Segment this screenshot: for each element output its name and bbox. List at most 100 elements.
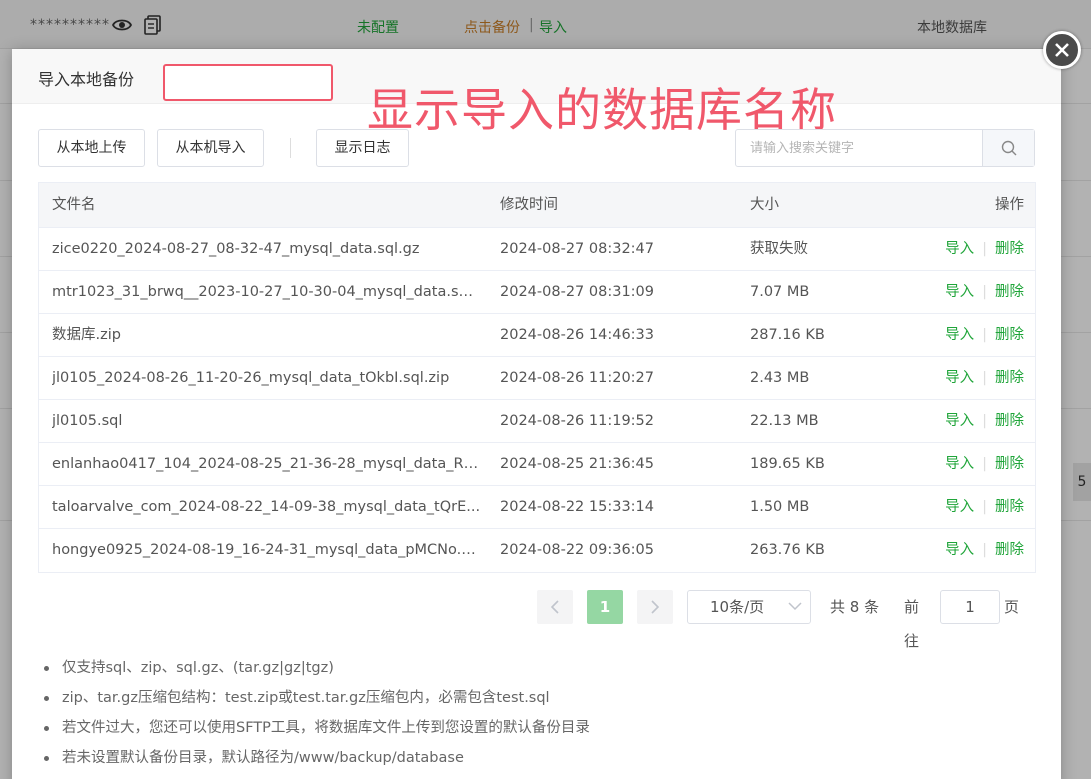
import-backup-modal: 导入本地备份 显示导入的数据库名称 从本地上传 从本机导入 显示日志 文件名 修… [12, 49, 1061, 779]
search-icon [1001, 140, 1016, 156]
table-row: jl0105_2024-08-26_11-20-26_mysql_data_tO… [39, 357, 1035, 400]
header-filename: 文件名 [52, 197, 96, 213]
row-import-link[interactable]: 导入 [945, 499, 974, 515]
file-size: 2.43 MB [750, 370, 810, 386]
page-size-value: 10条/页 [710, 598, 765, 616]
action-separator: | [982, 413, 987, 429]
search-box [735, 129, 1035, 167]
total-count: 共 8 条 [830, 598, 880, 616]
row-delete-link[interactable]: 删除 [995, 542, 1024, 558]
chevron-left-icon [550, 600, 559, 614]
action-separator: | [982, 284, 987, 300]
close-modal-button[interactable] [1043, 31, 1081, 69]
next-page-button[interactable] [637, 590, 673, 624]
file-name: mtr1023_31_brwq__2023-10-27_10-30-04_mys… [52, 284, 482, 300]
goto-page-input[interactable] [940, 590, 1000, 624]
table-header: 文件名 修改时间 大小 操作 [39, 183, 1035, 228]
row-delete-link[interactable]: 删除 [995, 456, 1024, 472]
import-from-server-button[interactable]: 从本机导入 [157, 129, 264, 167]
file-name: jl0105_2024-08-26_11-20-26_mysql_data_tO… [52, 370, 450, 386]
action-separator: | [982, 456, 987, 472]
table-row: zice0220_2024-08-27_08-32-47_mysql_data.… [39, 228, 1035, 271]
row-import-link[interactable]: 导入 [945, 284, 974, 300]
row-actions: 导入 | 删除 [945, 357, 1024, 400]
action-separator: | [982, 499, 987, 515]
row-delete-link[interactable]: 删除 [995, 284, 1024, 300]
file-time: 2024-08-26 14:46:33 [500, 327, 654, 343]
tip-item: 仅支持sql、zip、sql.gz、(tar.gz|gz|tgz) [44, 653, 590, 683]
file-name: taloarvalve_com_2024-08-22_14-09-38_mysq… [52, 499, 481, 515]
action-separator: | [982, 327, 987, 343]
tip-item: 若文件过大，您还可以使用SFTP工具，将数据库文件上传到您设置的默认备份目录 [44, 713, 590, 743]
file-size: 7.07 MB [750, 284, 810, 300]
row-actions: 导入 | 删除 [945, 529, 1024, 572]
toolbar-divider [290, 138, 291, 158]
file-name: jl0105.sql [52, 413, 123, 429]
row-actions: 导入 | 删除 [945, 486, 1024, 529]
goto-label: 前往 [904, 598, 920, 650]
row-delete-link[interactable]: 删除 [995, 413, 1024, 429]
backup-file-table: 文件名 修改时间 大小 操作 zice0220_2024-08-27_08-32… [38, 182, 1036, 573]
file-size: 获取失败 [750, 241, 808, 257]
row-actions: 导入 | 删除 [945, 314, 1024, 357]
row-import-link[interactable]: 导入 [945, 327, 974, 343]
row-actions: 导入 | 删除 [945, 271, 1024, 314]
table-row: jl0105.sql 2024-08-26 11:19:52 22.13 MB … [39, 400, 1035, 443]
database-name-highlight-box [163, 64, 333, 101]
file-name: zice0220_2024-08-27_08-32-47_mysql_data.… [52, 241, 420, 257]
table-row: taloarvalve_com_2024-08-22_14-09-38_mysq… [39, 486, 1035, 529]
action-separator: | [982, 370, 987, 386]
file-time: 2024-08-26 11:20:27 [500, 370, 654, 386]
tip-item: 若未设置默认备份目录，默认路径为/www/backup/database [44, 743, 590, 773]
upload-local-button[interactable]: 从本地上传 [38, 129, 145, 167]
prev-page-button[interactable] [537, 590, 573, 624]
row-import-link[interactable]: 导入 [945, 456, 974, 472]
file-time: 2024-08-27 08:31:09 [500, 284, 654, 300]
row-delete-link[interactable]: 删除 [995, 370, 1024, 386]
modal-title: 导入本地备份 [38, 70, 135, 89]
action-separator: | [982, 542, 987, 558]
page-size-select[interactable]: 10条/页 [687, 590, 811, 624]
file-size: 287.16 KB [750, 327, 825, 343]
search-button[interactable] [982, 130, 1034, 166]
file-time: 2024-08-27 08:32:47 [500, 241, 654, 257]
action-separator: | [982, 241, 987, 257]
row-delete-link[interactable]: 删除 [995, 499, 1024, 515]
file-name: 数据库.zip [52, 327, 121, 343]
file-name: enlanhao0417_104_2024-08-25_21-36-28_mys… [52, 456, 482, 472]
row-import-link[interactable]: 导入 [945, 413, 974, 429]
row-delete-link[interactable]: 删除 [995, 327, 1024, 343]
file-size: 263.76 KB [750, 542, 825, 558]
close-icon [1055, 43, 1069, 57]
page-number-current[interactable]: 1 [587, 590, 623, 624]
table-row: 数据库.zip 2024-08-26 14:46:33 287.16 KB 导入… [39, 314, 1035, 357]
row-import-link[interactable]: 导入 [945, 542, 974, 558]
file-size: 189.65 KB [750, 456, 825, 472]
file-name: hongye0925_2024-08-19_16-24-31_mysql_dat… [52, 542, 482, 558]
table-row: mtr1023_31_brwq__2023-10-27_10-30-04_mys… [39, 271, 1035, 314]
file-time: 2024-08-22 09:36:05 [500, 542, 654, 558]
row-actions: 导入 | 删除 [945, 228, 1024, 271]
header-size: 大小 [750, 197, 779, 213]
file-time: 2024-08-22 15:33:14 [500, 499, 654, 515]
file-time: 2024-08-26 11:19:52 [500, 413, 654, 429]
row-actions: 导入 | 删除 [945, 400, 1024, 443]
row-actions: 导入 | 删除 [945, 443, 1024, 486]
chevron-right-icon [651, 600, 660, 614]
file-size: 22.13 MB [750, 413, 819, 429]
chevron-down-icon [788, 602, 802, 611]
page-suffix: 页 [1004, 598, 1020, 616]
tip-item: zip、tar.gz压缩包结构：test.zip或test.tar.gz压缩包内… [44, 683, 590, 713]
row-delete-link[interactable]: 删除 [995, 241, 1024, 257]
header-modified-time: 修改时间 [500, 197, 558, 213]
tips-list: 仅支持sql、zip、sql.gz、(tar.gz|gz|tgz) zip、ta… [44, 653, 590, 773]
header-operation: 操作 [995, 197, 1024, 213]
row-import-link[interactable]: 导入 [945, 370, 974, 386]
file-time: 2024-08-25 21:36:45 [500, 456, 654, 472]
table-row: hongye0925_2024-08-19_16-24-31_mysql_dat… [39, 529, 1035, 572]
table-row: enlanhao0417_104_2024-08-25_21-36-28_mys… [39, 443, 1035, 486]
show-log-button[interactable]: 显示日志 [316, 129, 409, 167]
row-import-link[interactable]: 导入 [945, 241, 974, 257]
toolbar: 从本地上传 从本机导入 显示日志 [38, 129, 1035, 167]
search-input[interactable] [736, 130, 982, 166]
